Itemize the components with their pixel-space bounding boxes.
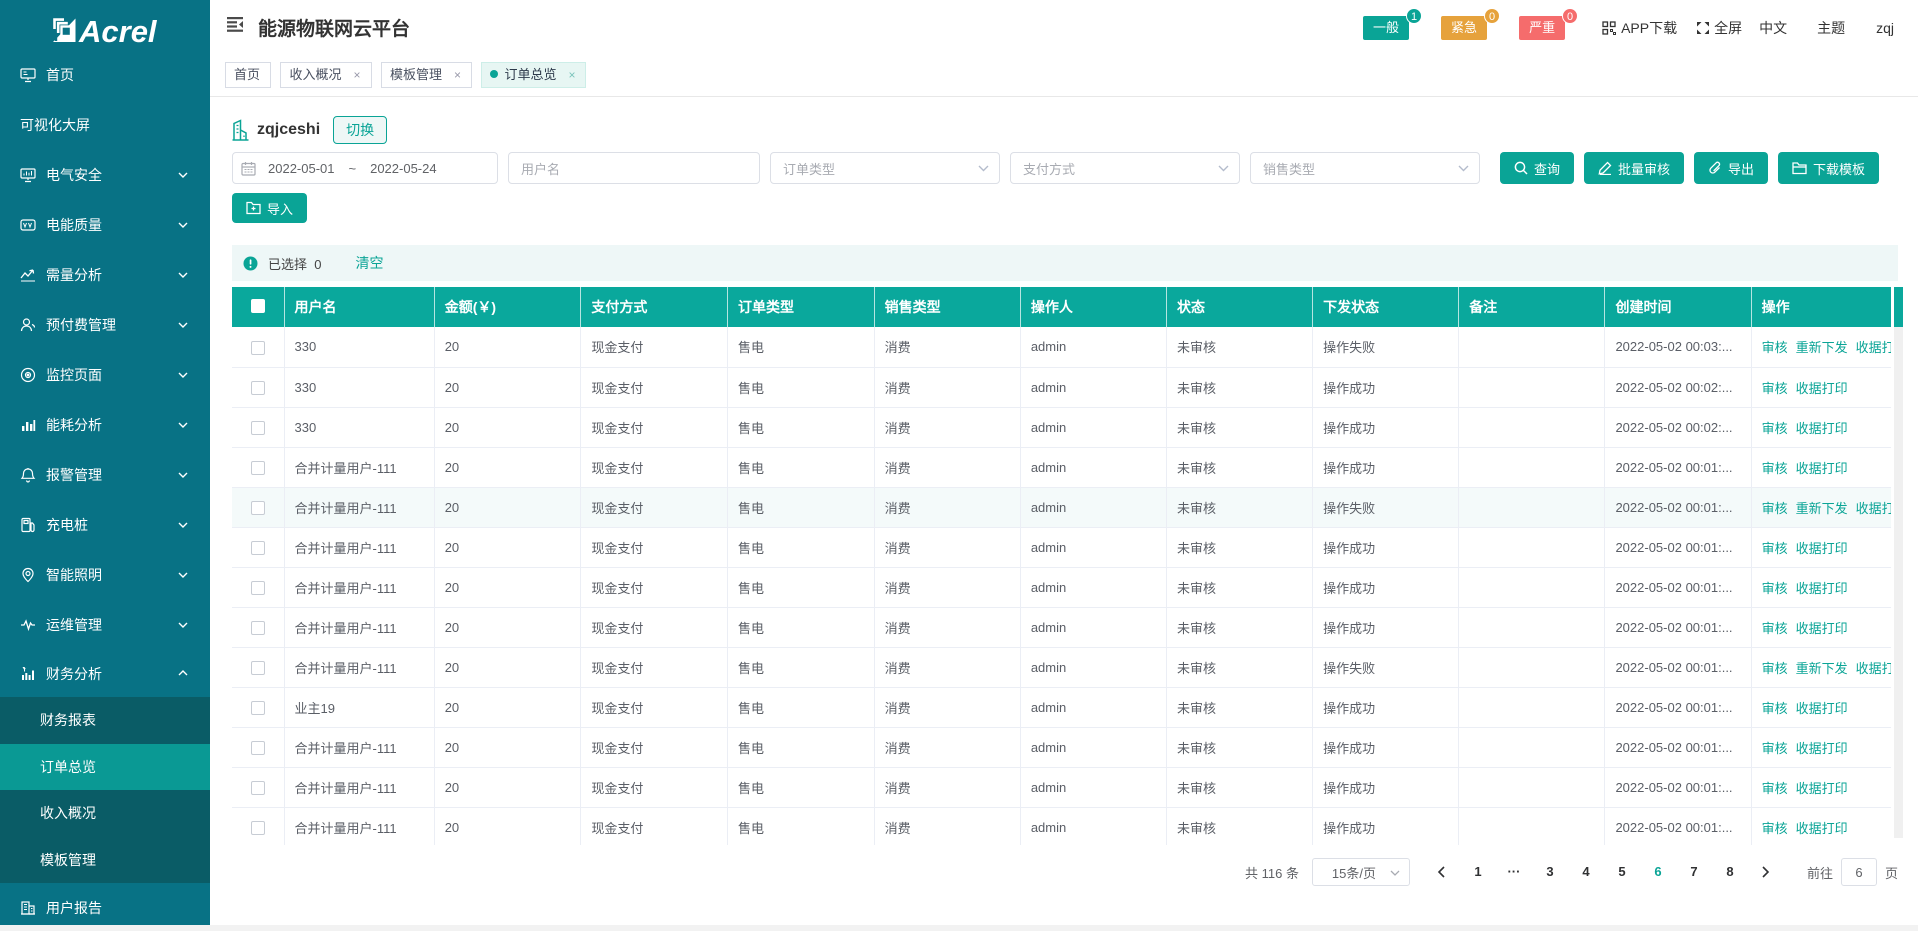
svg-text:Acrel: Acrel	[78, 14, 158, 49]
